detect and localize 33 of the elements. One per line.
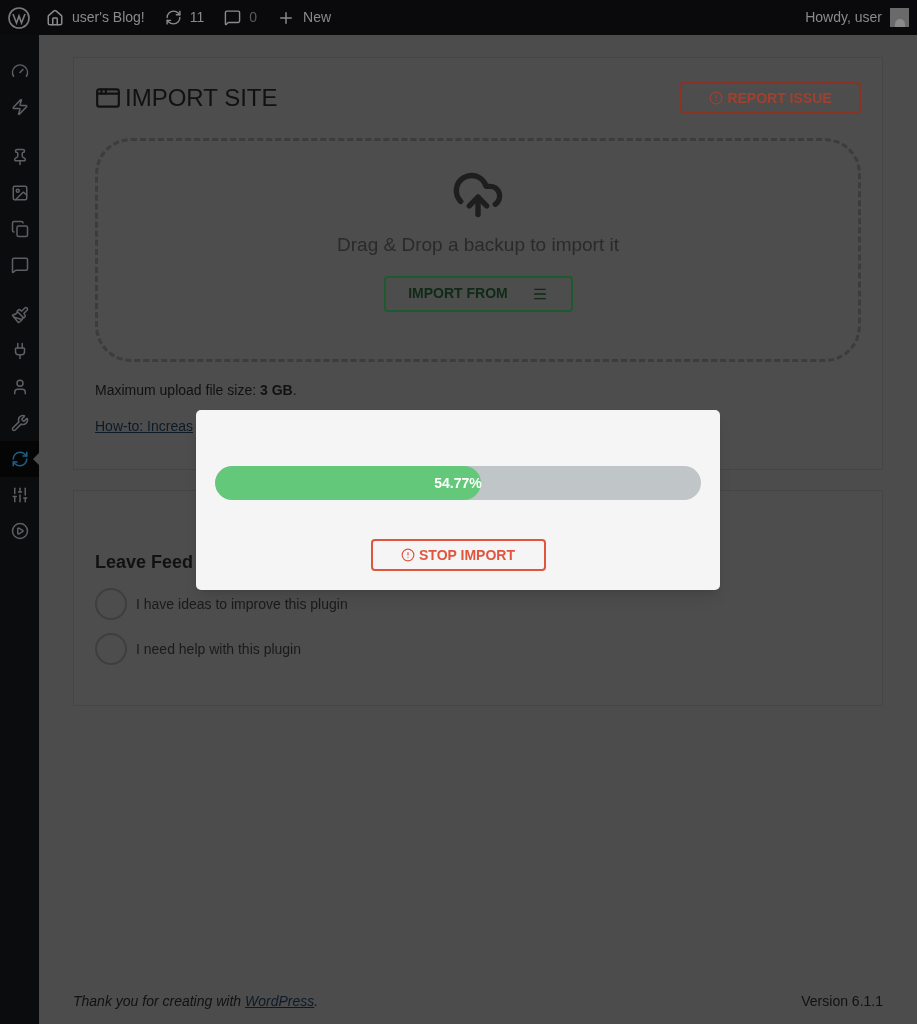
alert-icon	[709, 91, 724, 105]
import-from-button[interactable]: IMPORT FROM	[383, 275, 573, 312]
home-icon[interactable]	[46, 8, 64, 27]
wordpress-logo-icon[interactable]	[8, 6, 30, 29]
stop-import-button[interactable]: STOP IMPORT	[370, 539, 546, 571]
gauge-icon	[10, 62, 29, 80]
sidebar-item[interactable]	[0, 441, 39, 477]
alert-icon	[401, 548, 415, 562]
version-text: Version 6.1.1	[801, 992, 883, 1011]
current-menu-pointer	[33, 453, 39, 465]
footer-thanks-text: Thank you for creating with WordPress.	[73, 992, 319, 1011]
max-upload-text: Maximum upload file size: 3 GB.	[95, 381, 298, 400]
comments-count[interactable]: 0	[249, 7, 258, 28]
sliders-icon	[10, 486, 29, 504]
sync-icon	[10, 450, 29, 468]
pages-icon	[10, 220, 29, 238]
site-name-link[interactable]: user's Blog!	[72, 7, 145, 28]
comment-icon[interactable]	[224, 9, 242, 26]
wrench-icon	[10, 414, 29, 432]
comment-icon	[10, 256, 29, 274]
play-icon	[10, 522, 29, 540]
import-icon	[95, 85, 121, 111]
brush-icon	[10, 306, 29, 324]
feedback-title: Leave Feed	[95, 551, 194, 574]
howto-link[interactable]: How-to: Increas	[95, 416, 194, 437]
card-title: IMPORT SITE	[125, 83, 278, 113]
updates-icon[interactable]	[164, 9, 182, 26]
updates-count[interactable]: 11	[189, 7, 205, 28]
greeting-link[interactable]: Howdy, user	[805, 7, 882, 28]
bolt-icon	[10, 98, 29, 116]
avatar-icon[interactable]	[890, 8, 909, 27]
media-icon	[10, 184, 29, 202]
new-link[interactable]: New	[303, 7, 332, 28]
